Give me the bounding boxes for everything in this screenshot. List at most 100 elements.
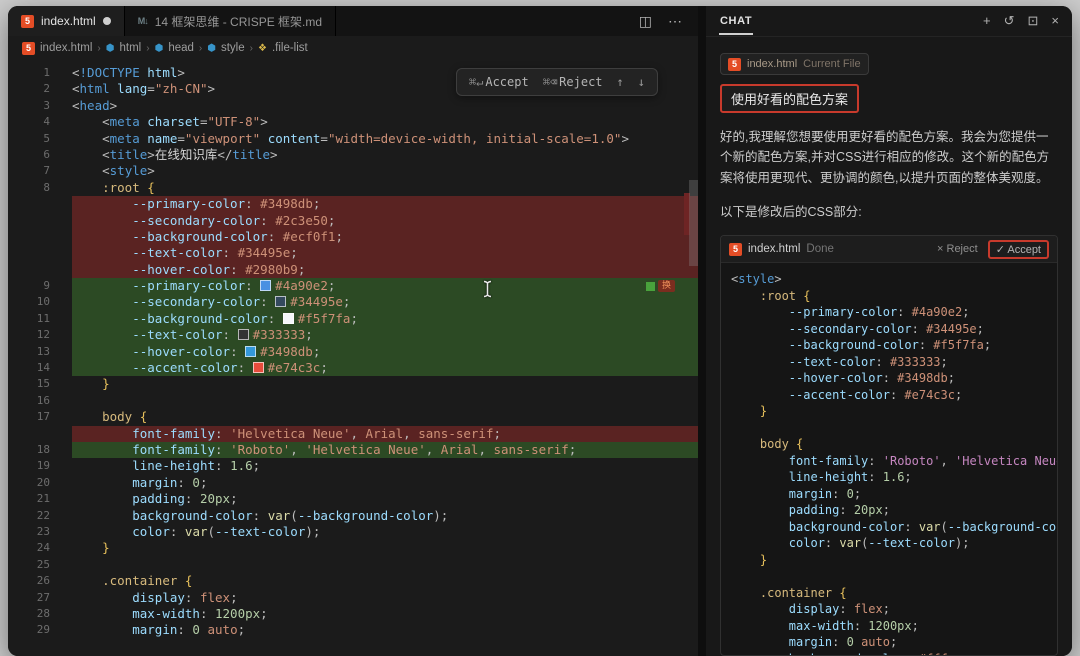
code-line: 26 .container { xyxy=(8,573,698,589)
code-token: color xyxy=(132,524,170,539)
code-token: : xyxy=(215,442,223,457)
line-number: 22 xyxy=(8,508,72,524)
code-token: font-family xyxy=(132,442,215,457)
color-swatch xyxy=(260,280,271,291)
code-text: --text-color: #34495e; xyxy=(72,245,698,261)
breadcrumb-item[interactable]: .file-list xyxy=(272,42,308,54)
reject-button[interactable]: ⌘⌫Reject xyxy=(543,75,603,89)
code-token: .container xyxy=(102,573,177,588)
tab-index-html[interactable]: 5 index.html xyxy=(8,6,124,36)
code-token: ; xyxy=(569,442,577,457)
code-token: display xyxy=(789,602,840,616)
code-line: 11 --background-color: #f5f7fa; xyxy=(8,311,698,327)
code-token: ; xyxy=(343,294,351,309)
more-actions-icon[interactable]: ⋯ xyxy=(668,13,682,30)
code-token: , xyxy=(403,426,411,441)
open-in-editor-icon[interactable]: ⊡ xyxy=(1028,13,1039,29)
code-text: font-family: 'Roboto', 'Helvetica Neue', xyxy=(731,453,1057,470)
breadcrumb-item[interactable]: index.html xyxy=(40,42,92,54)
line-number: 17 xyxy=(8,409,72,425)
code-token: meta xyxy=(110,114,140,129)
history-icon[interactable]: ↺ xyxy=(1004,13,1015,29)
close-panel-icon[interactable]: × xyxy=(1051,13,1059,29)
chat-body: 5 index.html Current File 使用好看的配色方案 好的,我… xyxy=(706,37,1072,656)
code-line: font-family: 'Roboto', 'Helvetica Neue', xyxy=(731,453,1057,470)
code-line: --background-color: #ecf0f1; xyxy=(8,229,698,245)
html-file-icon: 5 xyxy=(728,58,741,71)
code-token: flex xyxy=(847,602,883,616)
code-token: < xyxy=(102,114,110,129)
code-token: < xyxy=(72,65,80,80)
context-file-chip[interactable]: 5 index.html Current File xyxy=(720,53,869,75)
code-line: 25 xyxy=(8,557,698,573)
code-line: 21 padding: 20px; xyxy=(8,491,698,507)
code-token: : xyxy=(904,652,911,656)
code-token: --hover-color xyxy=(132,262,230,277)
tab-crispe-md[interactable]: M↓ 14 框架思维 - CRISPE 框架.md xyxy=(124,6,336,36)
chat-code-block: 5 index.html Done × Reject ✓ Accept <sty… xyxy=(720,235,1058,656)
color-swatch xyxy=(238,329,249,340)
code-line: :root { xyxy=(731,288,1057,305)
code-token: : xyxy=(868,470,875,484)
code-token: : xyxy=(177,475,185,490)
accept-button[interactable]: ✓ Accept xyxy=(988,240,1049,259)
breadcrumb-item[interactable]: html xyxy=(120,42,142,54)
code-text: font-family: 'Helvetica Neue', Arial, sa… xyxy=(72,426,698,442)
code-line: font-family: 'Helvetica Neue', Arial, sa… xyxy=(8,426,698,442)
line-number: 7 xyxy=(8,163,72,179)
chat-tab[interactable]: CHAT xyxy=(719,8,753,35)
code-token: ( xyxy=(290,508,298,523)
reject-button[interactable]: × Reject xyxy=(937,243,978,255)
accept-button[interactable]: ⌘↵Accept xyxy=(469,75,529,89)
code-token xyxy=(72,114,102,129)
code-token: } xyxy=(760,553,767,567)
code-token: margin xyxy=(132,475,177,490)
code-line: body { xyxy=(731,436,1057,453)
line-number: 18 xyxy=(8,442,72,458)
code-text: <style> xyxy=(731,271,1057,288)
code-text: --accent-color: #e74c3c; xyxy=(72,360,698,376)
code-token xyxy=(72,294,132,309)
code-token: #ecf0f1 xyxy=(275,229,335,244)
code-token: : xyxy=(839,503,846,517)
code-token xyxy=(132,409,140,424)
breadcrumb-item[interactable]: head xyxy=(168,42,194,54)
code-line: 7 <style> xyxy=(8,163,698,179)
code-line: 12 --text-color: #333333; xyxy=(8,327,698,343)
code-editor[interactable]: 1<!DOCTYPE html>2<html lang="zh-CN">3<he… xyxy=(8,60,698,656)
code-text: <meta charset="UTF-8"> xyxy=(72,114,698,130)
code-token: < xyxy=(102,163,110,178)
code-token xyxy=(72,573,102,588)
panel-divider[interactable] xyxy=(698,6,706,656)
split-editor-icon[interactable]: ◫ xyxy=(639,13,652,30)
code-token: font-family xyxy=(789,454,868,468)
code-line: 16 xyxy=(8,393,698,409)
code-token xyxy=(72,327,132,342)
code-token: ; xyxy=(948,652,955,656)
code-token: ; xyxy=(350,311,358,326)
code-line: 28 max-width: 1200px; xyxy=(8,606,698,622)
code-token: 'Helvetica Neue' xyxy=(298,442,426,457)
code-token: --text-color xyxy=(132,245,222,260)
code-token: #3498db xyxy=(253,196,313,211)
unsaved-dot-icon[interactable] xyxy=(103,17,111,25)
code-token: body xyxy=(760,437,789,451)
prev-change-button[interactable]: ↑ xyxy=(617,75,624,89)
code-token: } xyxy=(760,404,767,418)
code-token: { xyxy=(803,289,810,303)
diff-action-toolbar: ⌘↵Accept ⌘⌫Reject ↑ ↓ xyxy=(456,68,658,96)
editor-scrollbar[interactable] xyxy=(689,180,698,266)
breadcrumb-separator: › xyxy=(250,43,253,54)
code-line: --primary-color: #3498db; xyxy=(8,196,698,212)
breadcrumb-item[interactable]: style xyxy=(221,42,245,54)
code-text: --accent-color: #e74c3c; xyxy=(731,387,1057,404)
code-token: #34495e xyxy=(230,245,290,260)
code-token: html xyxy=(140,65,178,80)
new-chat-icon[interactable]: + xyxy=(983,13,991,29)
code-token: ; xyxy=(298,262,306,277)
code-token: : xyxy=(260,213,268,228)
code-token: > xyxy=(147,147,155,162)
next-change-button[interactable]: ↓ xyxy=(638,75,645,89)
code-line: 14 --accent-color: #e74c3c; xyxy=(8,360,698,376)
line-number: 6 xyxy=(8,147,72,163)
